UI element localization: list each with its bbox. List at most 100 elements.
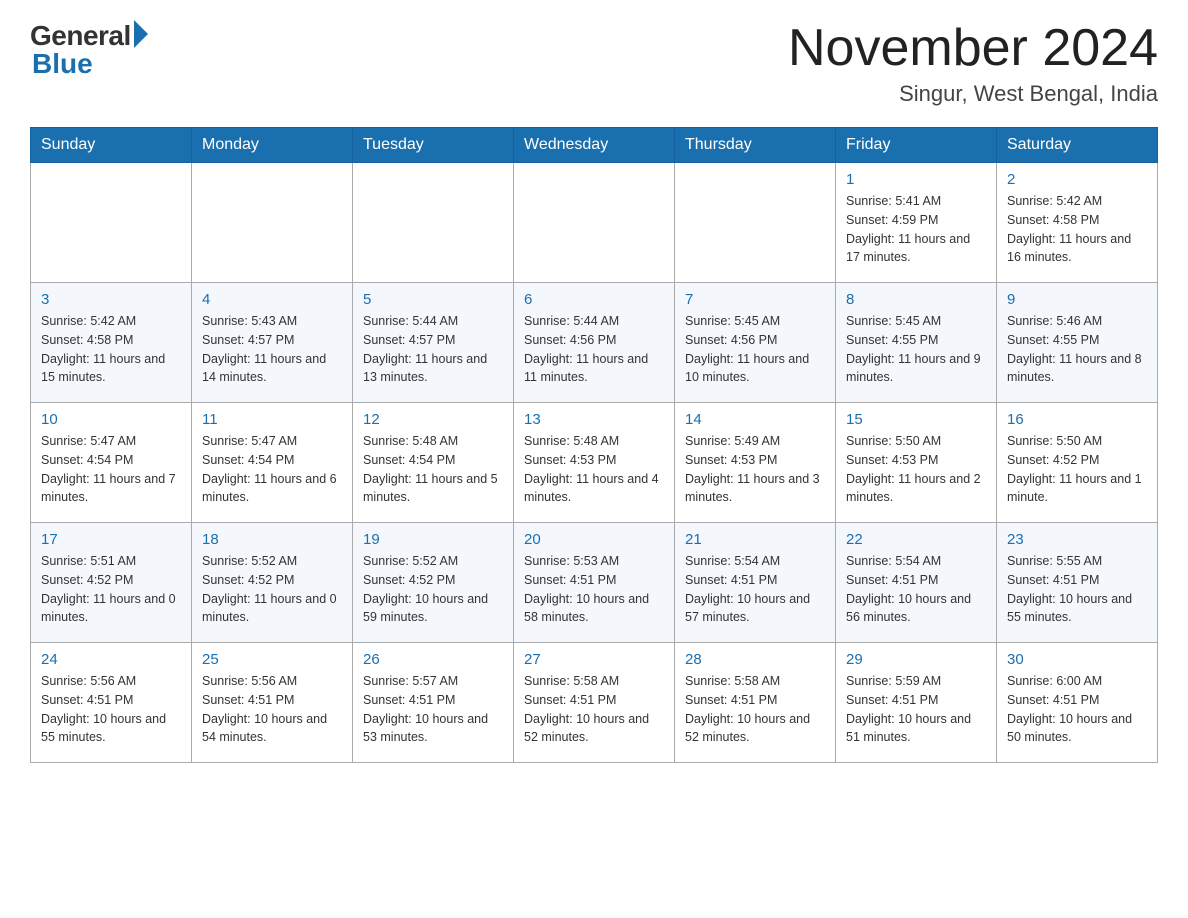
day-number: 9	[1007, 291, 1147, 308]
calendar-table: SundayMondayTuesdayWednesdayThursdayFrid…	[30, 127, 1158, 763]
calendar-cell: 13 Sunrise: 5:48 AM Sunset: 4:53 PM Dayli…	[514, 403, 675, 523]
calendar-cell: 21 Sunrise: 5:54 AM Sunset: 4:51 PM Dayli…	[675, 523, 836, 643]
day-info: Sunrise: 5:42 AM Sunset: 4:58 PM Dayligh…	[41, 312, 181, 387]
calendar-week-row: 10Sunrise: 5:47 AM Sunset: 4:54 PM Dayli…	[31, 403, 1158, 523]
calendar-cell: 4 Sunrise: 5:43 AM Sunset: 4:57 PM Daylig…	[192, 283, 353, 403]
day-info: Sunrise: 5:48 AM Sunset: 4:54 PM Dayligh…	[363, 432, 503, 507]
column-header-saturday: Saturday	[997, 128, 1158, 163]
title-block: November 2024 Singur, West Bengal, India	[788, 20, 1158, 107]
day-number: 21	[685, 531, 825, 548]
calendar-cell: 2Sunrise: 5:42 AM Sunset: 4:58 PM Daylig…	[997, 163, 1158, 283]
day-number: 5	[363, 291, 503, 308]
day-number: 16	[1007, 411, 1147, 428]
calendar-week-row: 1 Sunrise: 5:41 AM Sunset: 4:59 PM Daylig…	[31, 163, 1158, 283]
column-header-thursday: Thursday	[675, 128, 836, 163]
day-info: Sunrise: 5:53 AM Sunset: 4:51 PM Dayligh…	[524, 552, 664, 627]
calendar-cell: 26 Sunrise: 5:57 AM Sunset: 4:51 PM Dayli…	[353, 643, 514, 763]
logo-blue-text: Blue	[32, 48, 93, 80]
calendar-cell: 15 Sunrise: 5:50 AM Sunset: 4:53 PM Dayli…	[836, 403, 997, 523]
day-number: 22	[846, 531, 986, 548]
day-info: Sunrise: 5:43 AM Sunset: 4:57 PM Dayligh…	[202, 312, 342, 387]
calendar-cell: 10Sunrise: 5:47 AM Sunset: 4:54 PM Dayli…	[31, 403, 192, 523]
calendar-cell: 18 Sunrise: 5:52 AM Sunset: 4:52 PM Dayli…	[192, 523, 353, 643]
day-number: 30	[1007, 651, 1147, 668]
day-number: 7	[685, 291, 825, 308]
day-number: 28	[685, 651, 825, 668]
day-info: Sunrise: 5:48 AM Sunset: 4:53 PM Dayligh…	[524, 432, 664, 507]
calendar-cell	[353, 163, 514, 283]
calendar-week-row: 24 Sunrise: 5:56 AM Sunset: 4:51 PM Dayli…	[31, 643, 1158, 763]
calendar-cell: 8Sunrise: 5:45 AM Sunset: 4:55 PM Daylig…	[836, 283, 997, 403]
day-number: 18	[202, 531, 342, 548]
calendar-cell: 17 Sunrise: 5:51 AM Sunset: 4:52 PM Dayli…	[31, 523, 192, 643]
day-number: 26	[363, 651, 503, 668]
day-number: 23	[1007, 531, 1147, 548]
logo: General Blue	[30, 20, 148, 80]
day-info: Sunrise: 5:50 AM Sunset: 4:53 PM Dayligh…	[846, 432, 986, 507]
day-info: Sunrise: 5:58 AM Sunset: 4:51 PM Dayligh…	[524, 672, 664, 747]
calendar-cell	[675, 163, 836, 283]
calendar-week-row: 17 Sunrise: 5:51 AM Sunset: 4:52 PM Dayli…	[31, 523, 1158, 643]
calendar-cell: 22 Sunrise: 5:54 AM Sunset: 4:51 PM Dayli…	[836, 523, 997, 643]
column-header-monday: Monday	[192, 128, 353, 163]
calendar-cell: 12Sunrise: 5:48 AM Sunset: 4:54 PM Dayli…	[353, 403, 514, 523]
calendar-cell: 16 Sunrise: 5:50 AM Sunset: 4:52 PM Dayli…	[997, 403, 1158, 523]
day-number: 1	[846, 171, 986, 188]
day-number: 20	[524, 531, 664, 548]
day-info: Sunrise: 5:51 AM Sunset: 4:52 PM Dayligh…	[41, 552, 181, 627]
calendar-cell	[31, 163, 192, 283]
calendar-cell: 7 Sunrise: 5:45 AM Sunset: 4:56 PM Daylig…	[675, 283, 836, 403]
day-number: 13	[524, 411, 664, 428]
day-number: 11	[202, 411, 342, 428]
month-year-title: November 2024	[788, 20, 1158, 77]
day-info: Sunrise: 5:54 AM Sunset: 4:51 PM Dayligh…	[685, 552, 825, 627]
calendar-header-row: SundayMondayTuesdayWednesdayThursdayFrid…	[31, 128, 1158, 163]
day-number: 17	[41, 531, 181, 548]
day-info: Sunrise: 5:45 AM Sunset: 4:56 PM Dayligh…	[685, 312, 825, 387]
day-info: Sunrise: 5:44 AM Sunset: 4:57 PM Dayligh…	[363, 312, 503, 387]
day-info: Sunrise: 5:57 AM Sunset: 4:51 PM Dayligh…	[363, 672, 503, 747]
day-info: Sunrise: 5:54 AM Sunset: 4:51 PM Dayligh…	[846, 552, 986, 627]
day-number: 19	[363, 531, 503, 548]
calendar-cell: 24 Sunrise: 5:56 AM Sunset: 4:51 PM Dayli…	[31, 643, 192, 763]
calendar-cell: 23 Sunrise: 5:55 AM Sunset: 4:51 PM Dayli…	[997, 523, 1158, 643]
day-info: Sunrise: 5:52 AM Sunset: 4:52 PM Dayligh…	[202, 552, 342, 627]
day-number: 24	[41, 651, 181, 668]
day-number: 8	[846, 291, 986, 308]
day-info: Sunrise: 5:56 AM Sunset: 4:51 PM Dayligh…	[41, 672, 181, 747]
calendar-cell	[514, 163, 675, 283]
calendar-cell: 30 Sunrise: 6:00 AM Sunset: 4:51 PM Dayli…	[997, 643, 1158, 763]
calendar-cell: 1 Sunrise: 5:41 AM Sunset: 4:59 PM Daylig…	[836, 163, 997, 283]
calendar-week-row: 3 Sunrise: 5:42 AM Sunset: 4:58 PM Daylig…	[31, 283, 1158, 403]
day-number: 3	[41, 291, 181, 308]
calendar-cell: 11Sunrise: 5:47 AM Sunset: 4:54 PM Dayli…	[192, 403, 353, 523]
day-info: Sunrise: 5:56 AM Sunset: 4:51 PM Dayligh…	[202, 672, 342, 747]
calendar-cell: 29Sunrise: 5:59 AM Sunset: 4:51 PM Dayli…	[836, 643, 997, 763]
day-number: 15	[846, 411, 986, 428]
calendar-cell: 27Sunrise: 5:58 AM Sunset: 4:51 PM Dayli…	[514, 643, 675, 763]
column-header-friday: Friday	[836, 128, 997, 163]
calendar-cell: 6 Sunrise: 5:44 AM Sunset: 4:56 PM Daylig…	[514, 283, 675, 403]
day-info: Sunrise: 5:55 AM Sunset: 4:51 PM Dayligh…	[1007, 552, 1147, 627]
calendar-cell: 5 Sunrise: 5:44 AM Sunset: 4:57 PM Daylig…	[353, 283, 514, 403]
day-info: Sunrise: 5:42 AM Sunset: 4:58 PM Dayligh…	[1007, 192, 1147, 267]
calendar-cell: 25Sunrise: 5:56 AM Sunset: 4:51 PM Dayli…	[192, 643, 353, 763]
day-info: Sunrise: 5:47 AM Sunset: 4:54 PM Dayligh…	[41, 432, 181, 507]
day-info: Sunrise: 5:50 AM Sunset: 4:52 PM Dayligh…	[1007, 432, 1147, 507]
location-subtitle: Singur, West Bengal, India	[788, 81, 1158, 107]
day-info: Sunrise: 5:49 AM Sunset: 4:53 PM Dayligh…	[685, 432, 825, 507]
day-info: Sunrise: 5:41 AM Sunset: 4:59 PM Dayligh…	[846, 192, 986, 267]
day-info: Sunrise: 5:59 AM Sunset: 4:51 PM Dayligh…	[846, 672, 986, 747]
day-info: Sunrise: 5:44 AM Sunset: 4:56 PM Dayligh…	[524, 312, 664, 387]
calendar-cell: 20 Sunrise: 5:53 AM Sunset: 4:51 PM Dayli…	[514, 523, 675, 643]
day-info: Sunrise: 6:00 AM Sunset: 4:51 PM Dayligh…	[1007, 672, 1147, 747]
calendar-cell: 3 Sunrise: 5:42 AM Sunset: 4:58 PM Daylig…	[31, 283, 192, 403]
day-info: Sunrise: 5:52 AM Sunset: 4:52 PM Dayligh…	[363, 552, 503, 627]
day-number: 4	[202, 291, 342, 308]
page-header: General Blue November 2024 Singur, West …	[30, 20, 1158, 107]
column-header-sunday: Sunday	[31, 128, 192, 163]
day-number: 6	[524, 291, 664, 308]
calendar-cell: 14Sunrise: 5:49 AM Sunset: 4:53 PM Dayli…	[675, 403, 836, 523]
logo-triangle-icon	[134, 20, 148, 48]
day-info: Sunrise: 5:46 AM Sunset: 4:55 PM Dayligh…	[1007, 312, 1147, 387]
